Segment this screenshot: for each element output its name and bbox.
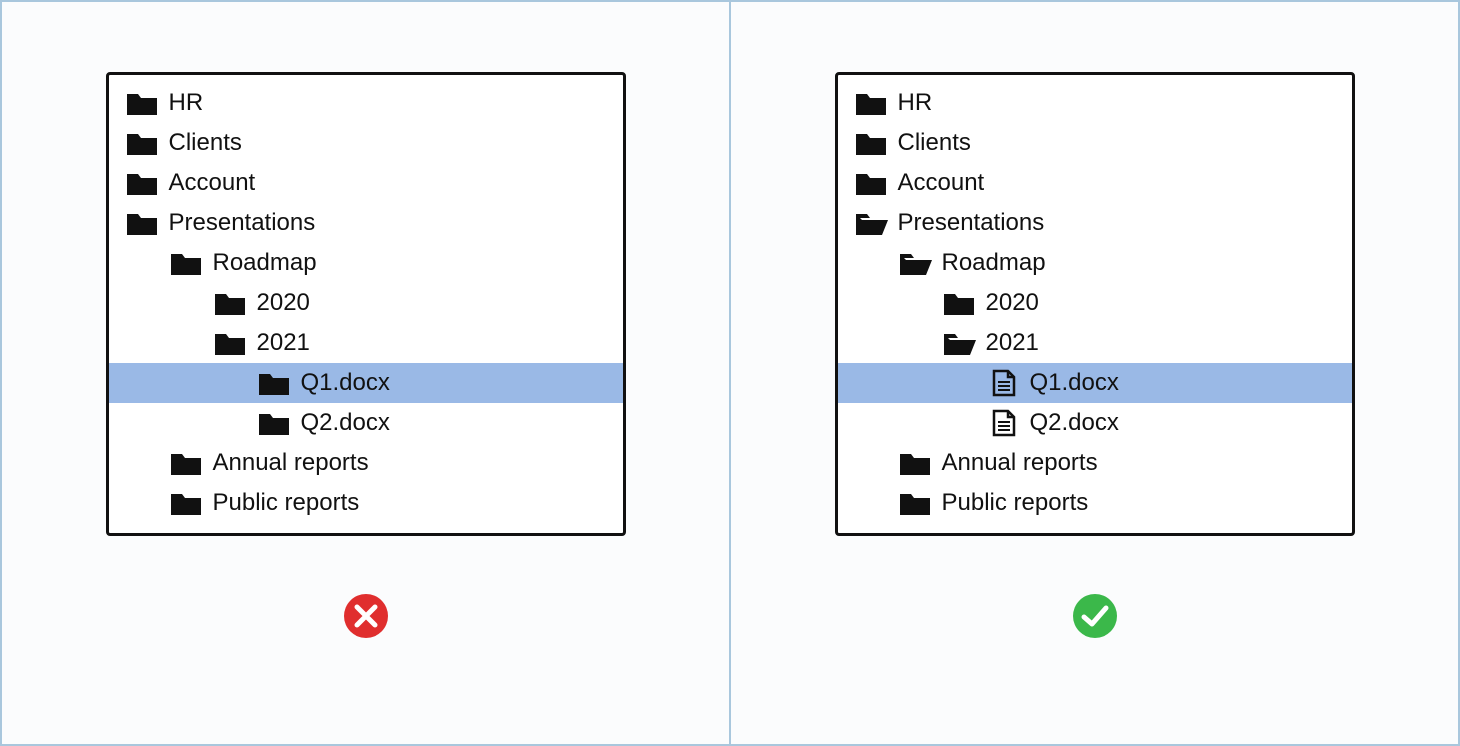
cross-icon [342, 592, 390, 640]
panel-bad: HR Clients Account Presentations Roadmap… [2, 2, 731, 744]
tree-item[interactable]: Clients [109, 123, 623, 163]
folder-closed-icon [257, 369, 291, 397]
file-icon [986, 369, 1020, 397]
tree-view-good: HR Clients Account Presentations Roadmap… [835, 72, 1355, 536]
folder-open-icon [854, 209, 888, 237]
tree-item[interactable]: 2021 [838, 323, 1352, 363]
tree-item[interactable]: Annual reports [838, 443, 1352, 483]
tree-item[interactable]: Roadmap [109, 243, 623, 283]
tree-item-label: Q2.docx [1030, 409, 1119, 437]
folder-closed-icon [942, 289, 976, 317]
tree-item-label: Q2.docx [301, 409, 390, 437]
tree-item[interactable]: Roadmap [838, 243, 1352, 283]
tree-item-label: Account [898, 169, 985, 197]
tree-item-label: 2020 [986, 289, 1039, 317]
tree-item[interactable]: Presentations [109, 203, 623, 243]
folder-open-icon [942, 329, 976, 357]
tree-item[interactable]: Annual reports [109, 443, 623, 483]
tree-item-label: 2021 [257, 329, 310, 357]
tree-item-label: Account [169, 169, 256, 197]
tree-item-label: Q1.docx [1030, 369, 1119, 397]
tree-item-label: Presentations [898, 209, 1045, 237]
folder-closed-icon [854, 89, 888, 117]
tree-item-selected[interactable]: Q1.docx [109, 363, 623, 403]
folder-closed-icon [125, 169, 159, 197]
tree-item[interactable]: Public reports [109, 483, 623, 523]
tree-item[interactable]: 2020 [109, 283, 623, 323]
tree-item[interactable]: 2021 [109, 323, 623, 363]
tree-item-label: Q1.docx [301, 369, 390, 397]
tree-item-label: Annual reports [213, 449, 369, 477]
folder-closed-icon [854, 129, 888, 157]
tree-item[interactable]: 2020 [838, 283, 1352, 323]
folder-closed-icon [125, 209, 159, 237]
tree-item[interactable]: Presentations [838, 203, 1352, 243]
folder-closed-icon [125, 89, 159, 117]
tree-item-label: Clients [169, 129, 242, 157]
folder-closed-icon [125, 129, 159, 157]
folder-open-icon [898, 249, 932, 277]
tree-item-label: 2021 [986, 329, 1039, 357]
comparison-diagram: HR Clients Account Presentations Roadmap… [0, 0, 1460, 746]
folder-closed-icon [898, 449, 932, 477]
folder-closed-icon [169, 489, 203, 517]
folder-closed-icon [854, 169, 888, 197]
tree-item[interactable]: Q2.docx [838, 403, 1352, 443]
folder-closed-icon [213, 329, 247, 357]
tree-item-selected[interactable]: Q1.docx [838, 363, 1352, 403]
tree-item[interactable]: Q2.docx [109, 403, 623, 443]
tree-item-label: Roadmap [213, 249, 317, 277]
tree-item-label: HR [898, 89, 933, 117]
check-icon [1071, 592, 1119, 640]
tree-item[interactable]: Account [109, 163, 623, 203]
tree-item-label: Public reports [942, 489, 1089, 517]
folder-closed-icon [213, 289, 247, 317]
tree-item[interactable]: Public reports [838, 483, 1352, 523]
tree-item-label: HR [169, 89, 204, 117]
tree-item-label: Presentations [169, 209, 316, 237]
tree-item-label: Annual reports [942, 449, 1098, 477]
folder-closed-icon [169, 249, 203, 277]
folder-closed-icon [898, 489, 932, 517]
tree-item[interactable]: Clients [838, 123, 1352, 163]
tree-item-label: 2020 [257, 289, 310, 317]
panel-good: HR Clients Account Presentations Roadmap… [731, 2, 1458, 744]
folder-closed-icon [257, 409, 291, 437]
folder-closed-icon [169, 449, 203, 477]
tree-item-label: Public reports [213, 489, 360, 517]
tree-item-label: Clients [898, 129, 971, 157]
tree-item[interactable]: Account [838, 163, 1352, 203]
tree-view-bad: HR Clients Account Presentations Roadmap… [106, 72, 626, 536]
tree-item[interactable]: HR [109, 83, 623, 123]
file-icon [986, 409, 1020, 437]
tree-item[interactable]: HR [838, 83, 1352, 123]
tree-item-label: Roadmap [942, 249, 1046, 277]
